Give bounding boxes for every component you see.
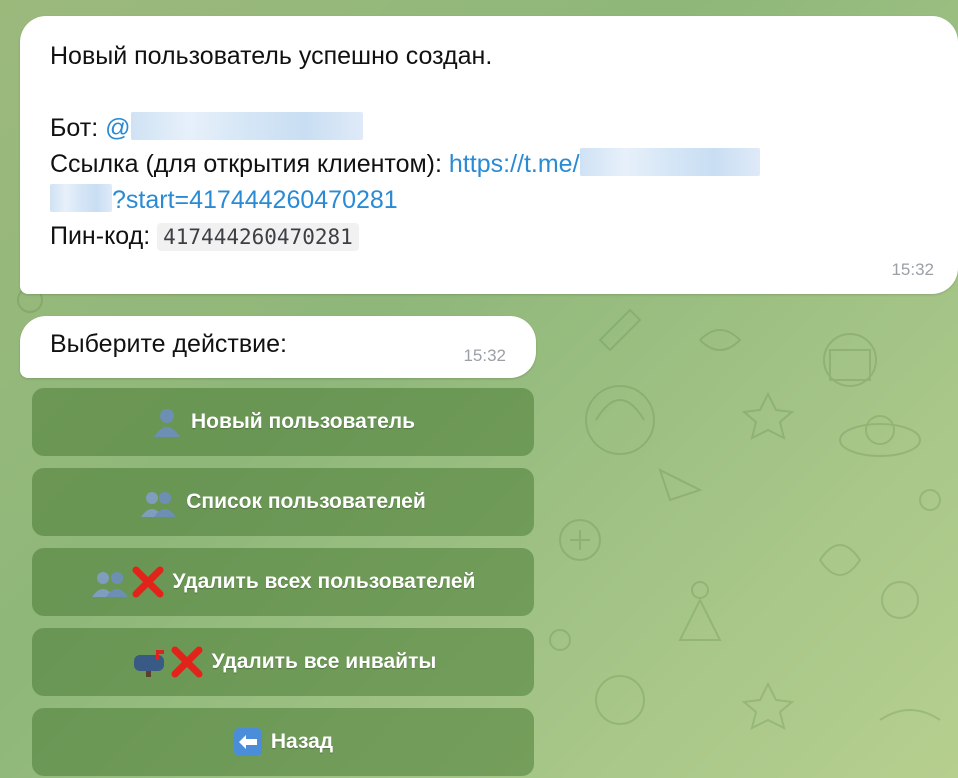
keyboard-button-label: Назад — [270, 730, 334, 753]
redacted-link-part — [579, 148, 760, 176]
message-line-bot: Бот: @ — [50, 110, 928, 146]
message-line-link: Ссылка (для открытия клиентом): https://… — [50, 146, 928, 182]
keyboard-button-label: Новый пользователь — [190, 410, 416, 433]
keyboard-button-delete-all-users[interactable]: Удалить всех пользователей — [32, 548, 534, 616]
pin-code[interactable]: 417444260470281 — [157, 223, 359, 251]
keyboard-button-label: Удалить всех пользователей — [172, 570, 476, 593]
bot-message-choose-action: Выберите действие: 15:32 — [20, 316, 536, 378]
back-arrow-icon — [233, 727, 263, 757]
users-delete-icon — [91, 565, 165, 599]
red-cross-icon — [132, 566, 164, 598]
mailbox-delete-icon — [130, 645, 204, 679]
user-icon — [151, 406, 183, 438]
red-cross-icon — [171, 646, 203, 678]
bot-handle-prefix: @ — [105, 114, 131, 142]
bot-username-link[interactable]: @ — [105, 112, 363, 142]
keyboard-button-delete-all-invites[interactable]: Удалить все инвайты — [32, 628, 534, 696]
keyboard-button-back[interactable]: Назад — [32, 708, 534, 776]
users-icon — [140, 487, 178, 517]
message-line-created: Новый пользователь успешно создан. — [50, 42, 493, 70]
message-time: 15:32 — [891, 260, 934, 279]
bot-label: Бот: — [50, 114, 99, 142]
message-time: 15:32 — [463, 346, 506, 365]
keyboard-button-user-list[interactable]: Список пользователей — [32, 468, 534, 536]
invite-link-start[interactable]: https://t.me/ — [449, 150, 580, 178]
message-line-pin: Пин-код: 417444260470281 — [50, 218, 928, 255]
bot-message-user-created: Новый пользователь успешно создан. Бот: … — [20, 16, 958, 294]
invite-link-end[interactable]: ?start=417444260470281 — [50, 184, 398, 214]
redacted-link-part — [50, 184, 112, 212]
pin-label: Пин-код: — [50, 222, 151, 250]
keyboard-button-label: Удалить все инвайты — [211, 650, 437, 673]
message-line-link-cont: ?start=417444260470281 — [50, 182, 928, 218]
link-label: Ссылка (для открытия клиентом): — [50, 150, 442, 178]
redacted-bot-name — [130, 112, 363, 140]
keyboard-button-new-user[interactable]: Новый пользователь — [32, 388, 534, 456]
message-text: Выберите действие: — [50, 330, 287, 358]
invite-link-query: ?start=417444260470281 — [112, 186, 398, 214]
keyboard-button-label: Список пользователей — [186, 490, 426, 513]
